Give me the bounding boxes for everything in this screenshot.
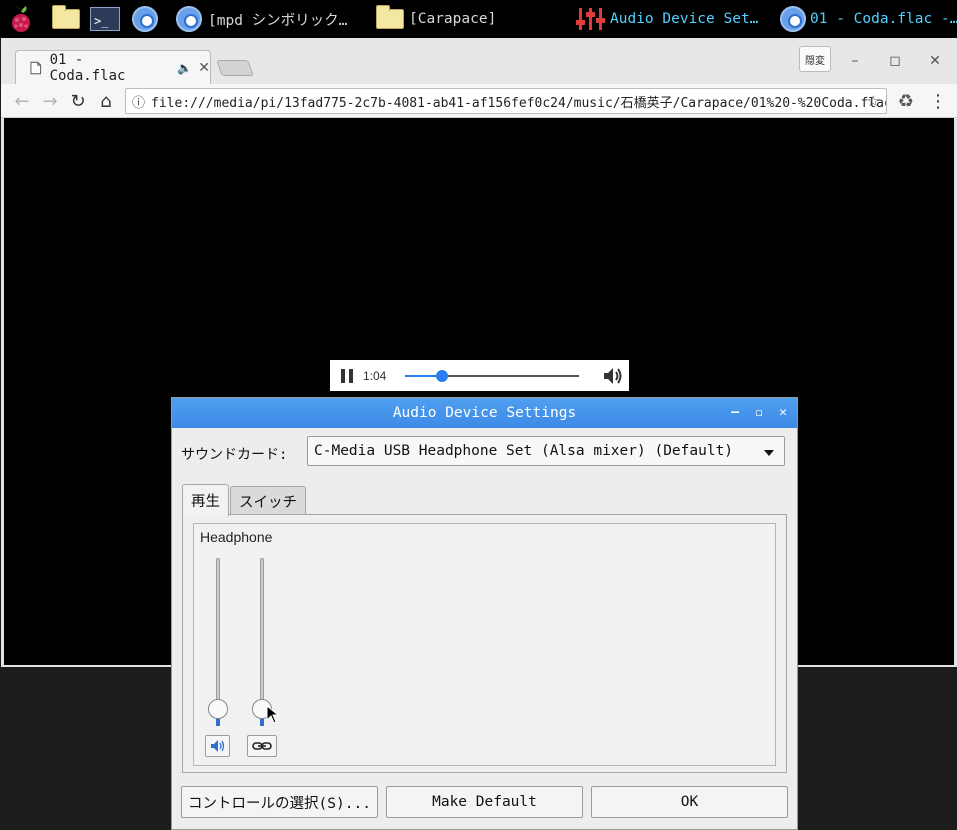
mixer-icon	[576, 8, 605, 30]
chromium-icon	[176, 6, 202, 32]
taskbar: >_ [mpd シンボリック… [Carapace] Audio Device …	[0, 0, 957, 38]
address-bar[interactable]: ⓘ file:///media/pi/13fad775-2c7b-4081-ab…	[125, 88, 887, 114]
speaker-icon	[210, 740, 224, 752]
dialog-title: Audio Device Settings	[392, 405, 577, 421]
media-controls: 1:04	[330, 360, 629, 391]
taskbar-window-label: [Carapace]	[409, 11, 497, 27]
tab-panel: Headphone	[182, 514, 787, 773]
tab-coda[interactable]: 01 - Coda.flac 🔈 ✕	[15, 50, 211, 84]
raspberry-menu-icon[interactable]	[8, 0, 34, 38]
terminal-icon[interactable]: >_	[90, 0, 120, 38]
close-icon[interactable]: ✕	[921, 50, 949, 72]
link-icon	[252, 742, 272, 750]
close-tab-icon[interactable]: ✕	[198, 60, 210, 76]
maximize-icon[interactable]: ◻	[881, 50, 909, 72]
taskbar-window-mpd[interactable]: [mpd シンボリック…	[176, 0, 347, 38]
seek-handle[interactable]	[435, 370, 448, 382]
taskbar-window-label: Audio Device Set…	[610, 11, 759, 27]
new-tab-button[interactable]	[216, 60, 254, 76]
close-icon[interactable]: ✕	[775, 404, 791, 420]
make-default-button[interactable]: Make Default	[386, 786, 583, 818]
tab-playback[interactable]: 再生	[182, 484, 229, 516]
group-label: Headphone	[200, 529, 273, 545]
mute-toggle-button[interactable]	[205, 735, 230, 757]
file-manager-icon[interactable]	[52, 0, 80, 38]
ime-indicator[interactable]: 隠変	[799, 46, 831, 72]
address-url: file:///media/pi/13fad775-2c7b-4081-ab41…	[151, 95, 886, 111]
extension-recycle-icon[interactable]: ♻	[893, 88, 919, 114]
audio-playing-icon: 🔈	[177, 60, 193, 75]
taskbar-window-label: [mpd シンボリック…	[208, 12, 348, 29]
tab-strip: 01 - Coda.flac 🔈 ✕ 隠変 – ◻ ✕	[1, 38, 957, 84]
bookmark-star-icon[interactable]: ☆	[867, 92, 880, 110]
taskbar-window-coda[interactable]: 01 - Coda.flac -…	[780, 0, 957, 38]
minimize-icon[interactable]: –	[841, 50, 869, 72]
pause-icon[interactable]	[341, 369, 353, 383]
sound-card-value: C-Media USB Headphone Set (Alsa mixer) (…	[314, 443, 734, 459]
mouse-cursor-icon	[266, 705, 280, 724]
tab-title: 01 - Coda.flac	[49, 51, 126, 84]
forward-icon[interactable]: →	[37, 88, 63, 114]
select-controls-button[interactable]: コントロールの選択(S)...	[181, 786, 378, 818]
headphone-group: Headphone	[193, 523, 776, 766]
reload-icon[interactable]: ↻	[65, 88, 91, 114]
volume-slider-left[interactable]	[208, 558, 228, 726]
sound-card-select[interactable]: C-Media USB Headphone Set (Alsa mixer) (…	[307, 436, 785, 466]
browser-toolbar: ← → ↻ ⌂ ⓘ file:///media/pi/13fad775-2c7b…	[1, 84, 957, 118]
maximize-icon[interactable]: ◻	[751, 404, 767, 420]
browser-launcher-icon[interactable]	[132, 0, 158, 38]
folder-icon	[376, 5, 404, 29]
tab-switches[interactable]: スイッチ	[230, 486, 306, 515]
sound-card-label: サウンドカード:	[181, 447, 288, 463]
dialog-titlebar[interactable]: Audio Device Settings – ◻ ✕	[172, 398, 797, 428]
lock-channels-button[interactable]	[247, 735, 277, 757]
taskbar-window-carapace[interactable]: [Carapace]	[376, 0, 496, 38]
ok-button[interactable]: OK	[591, 786, 788, 818]
back-icon[interactable]: ←	[9, 88, 35, 114]
chromium-icon	[780, 6, 806, 32]
volume-icon[interactable]	[602, 366, 624, 386]
taskbar-window-audio-settings[interactable]: Audio Device Set…	[576, 0, 758, 38]
seek-slider[interactable]	[405, 370, 579, 382]
document-icon	[30, 61, 42, 74]
taskbar-window-label: 01 - Coda.flac -…	[810, 11, 957, 27]
volume-slider-right[interactable]	[252, 558, 272, 726]
slider-handle[interactable]	[208, 699, 228, 719]
menu-kebab-icon[interactable]: ⋮	[925, 88, 951, 114]
minimize-icon[interactable]: –	[727, 404, 743, 420]
audio-settings-dialog: Audio Device Settings – ◻ ✕ サウンドカード: C-M…	[171, 397, 798, 830]
chevron-down-icon	[764, 450, 774, 456]
home-icon[interactable]: ⌂	[93, 88, 119, 114]
info-icon[interactable]: ⓘ	[132, 92, 145, 111]
media-time: 1:04	[363, 369, 387, 383]
